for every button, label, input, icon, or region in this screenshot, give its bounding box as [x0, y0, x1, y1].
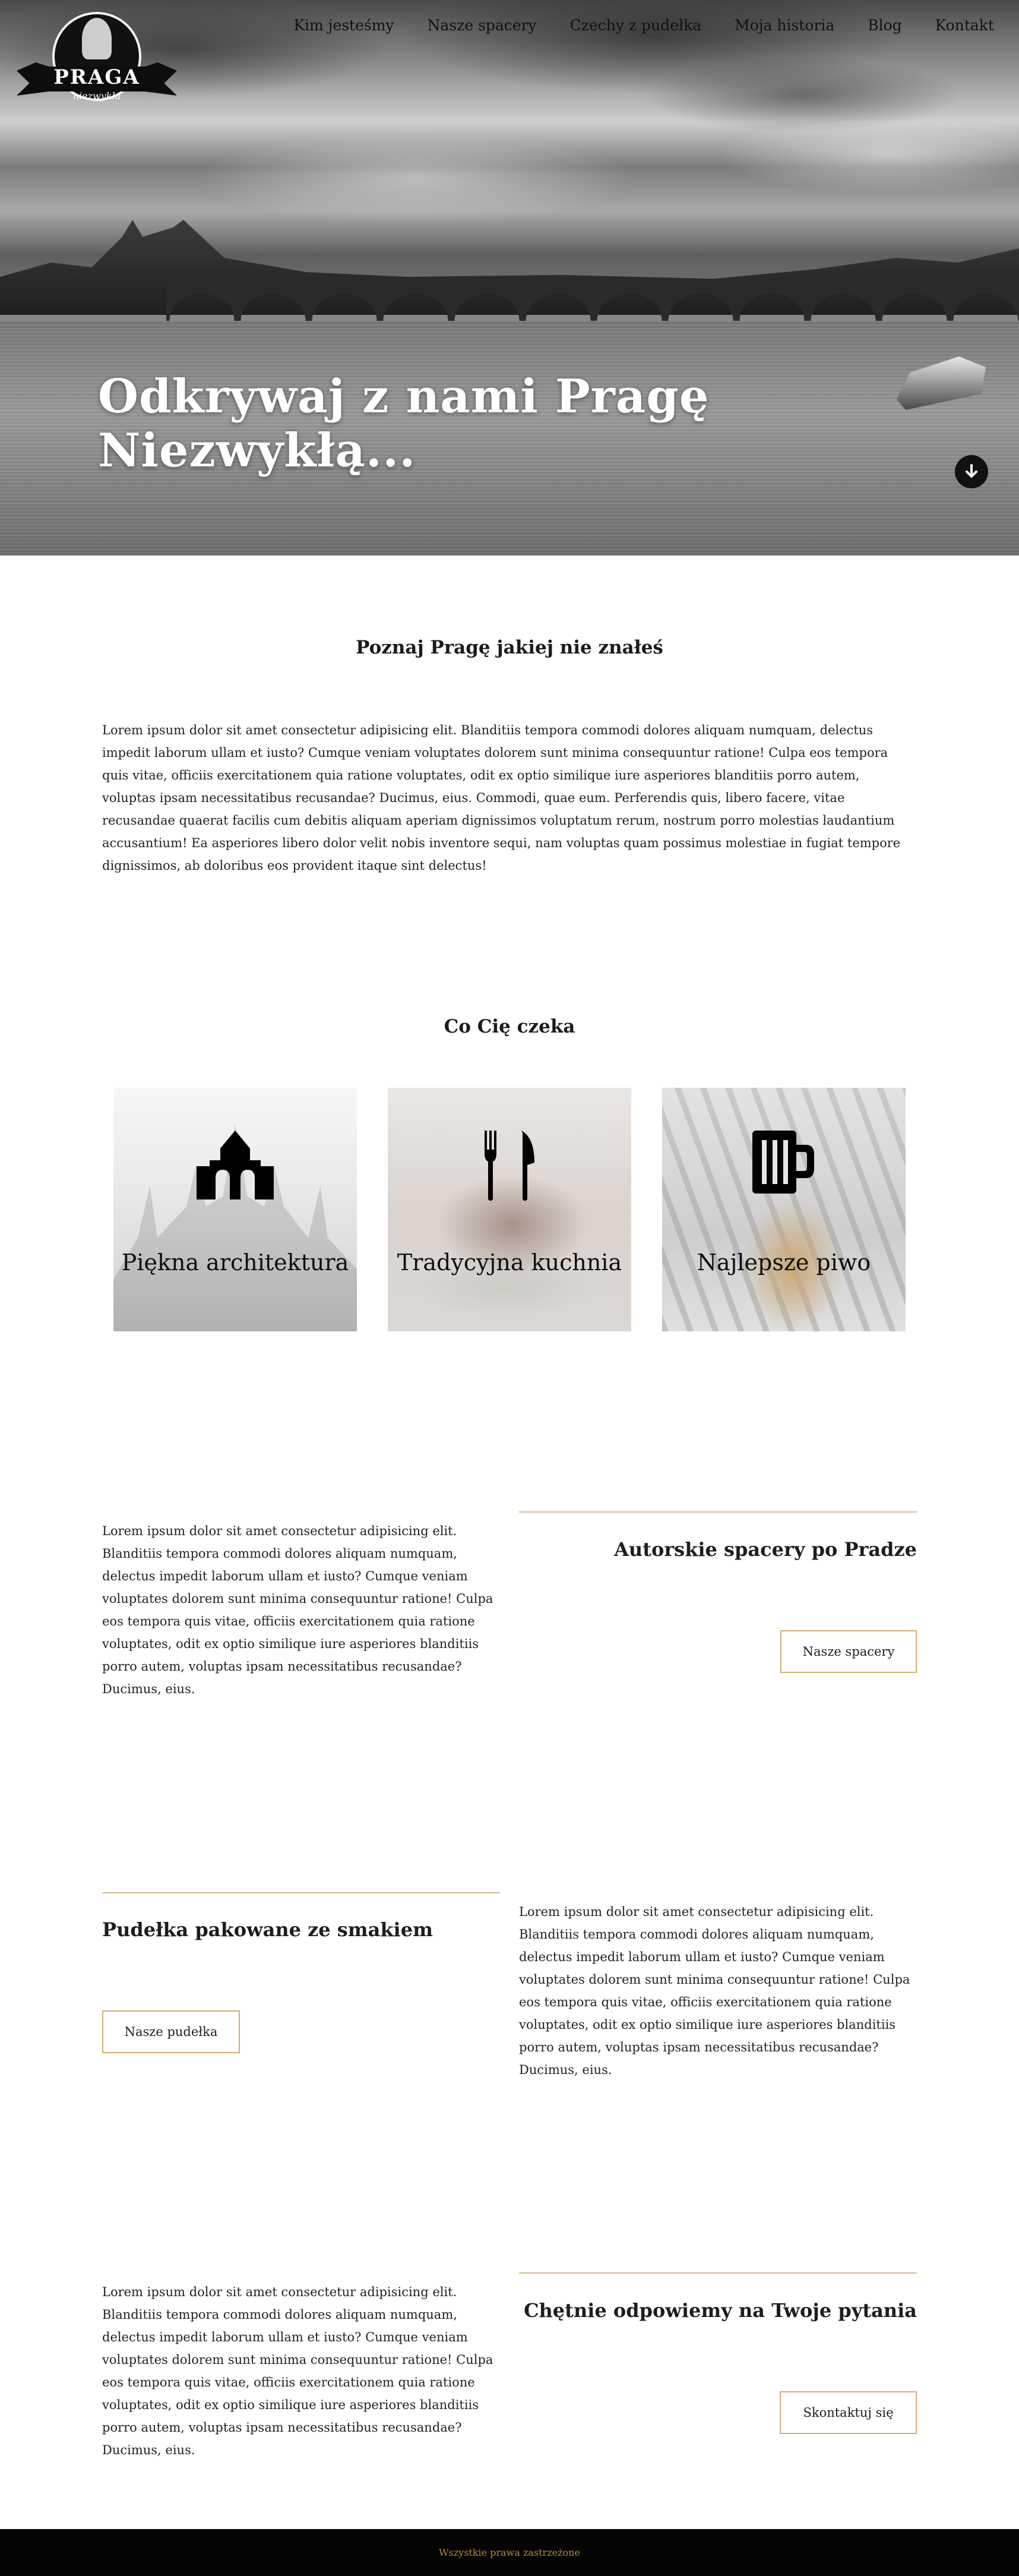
- arrow-down-circle-icon: [966, 464, 977, 478]
- nav-item-blog[interactable]: Blog: [868, 17, 901, 34]
- feature-label-beer: Najlepsze piwo: [697, 1249, 871, 1276]
- hero-bridge: [166, 279, 1019, 321]
- scroll-down-button[interactable]: [955, 455, 988, 488]
- nav-item-nasze-spacery[interactable]: Nasze spacery: [428, 17, 537, 34]
- logo-figure: [82, 18, 112, 59]
- logo-title: PRAGA: [53, 65, 140, 89]
- hero-headline: Odkrywaj z nami Pragę Niezwykłą...: [98, 370, 710, 478]
- intro-title: Poznaj Pragę jakiej nie znałeś: [356, 637, 663, 658]
- feature-card-cuisine[interactable]: Tradycyjna kuchnia: [388, 1088, 631, 1331]
- walks-text: Lorem ipsum dolor sit amet consectetur a…: [102, 1524, 493, 1696]
- boxes-text: Lorem ipsum dolor sit amet consectetur a…: [519, 1905, 910, 2077]
- boxes-heading: Pudełka pakowane ze smakiem: [102, 1918, 433, 1941]
- boxes-divider: [102, 1892, 500, 1893]
- feature-label-cuisine: Tradycyjna kuchnia: [397, 1249, 622, 1276]
- fork-knife-icon: [485, 1131, 534, 1201]
- feature-label-architecture: Piękna architektura: [121, 1249, 349, 1276]
- walks-button[interactable]: Nasze spacery: [780, 1630, 917, 1673]
- nav-item-moja-historia[interactable]: Moja historia: [735, 17, 834, 34]
- nav-item-czechy-z-pudelka[interactable]: Czechy z pudełka: [570, 17, 701, 34]
- site-logo[interactable]: PRAGA niezwykła: [17, 12, 177, 113]
- beer-mug-icon: [752, 1131, 814, 1194]
- page: PRAGA niezwykła Kim jesteśmy Nasze space…: [0, 0, 1019, 2576]
- copyright-text: Wszystkie prawa zastrzeżone: [439, 2547, 580, 2558]
- feature-card-architecture[interactable]: Piękna architektura: [113, 1088, 357, 1331]
- contact-heading: Chętnie odpowiemy na Twoje pytania: [524, 2299, 917, 2322]
- logo-tagline: niezwykła: [72, 90, 121, 102]
- contact-text: Lorem ipsum dolor sit amet consectetur a…: [102, 2285, 493, 2457]
- main-nav: Kim jesteśmy Nasze spacery Czechy z pude…: [260, 17, 994, 34]
- features-title: Co Cię czeka: [444, 1016, 575, 1037]
- church-icon: [197, 1131, 274, 1199]
- contact-divider: [519, 2272, 917, 2274]
- nav-item-kontakt[interactable]: Kontakt: [935, 17, 994, 34]
- hero-banner: PRAGA niezwykła Kim jesteśmy Nasze space…: [0, 0, 1019, 555]
- walks-heading: Autorskie spacery po Pradze: [614, 1538, 917, 1561]
- site-footer: Wszystkie prawa zastrzeżone: [0, 2529, 1019, 2576]
- contact-button[interactable]: Skontaktuj się: [780, 2391, 917, 2434]
- boxes-button[interactable]: Nasze pudełka: [102, 2010, 240, 2053]
- nav-item-kim-jestesmy[interactable]: Kim jesteśmy: [293, 17, 394, 34]
- cuisine-photo: [388, 1088, 631, 1331]
- feature-card-beer[interactable]: Najlepsze piwo: [662, 1088, 906, 1331]
- beer-photo: [662, 1088, 906, 1331]
- walks-divider: [519, 1511, 917, 1513]
- intro-text: Lorem ipsum dolor sit amet consectetur a…: [102, 723, 901, 873]
